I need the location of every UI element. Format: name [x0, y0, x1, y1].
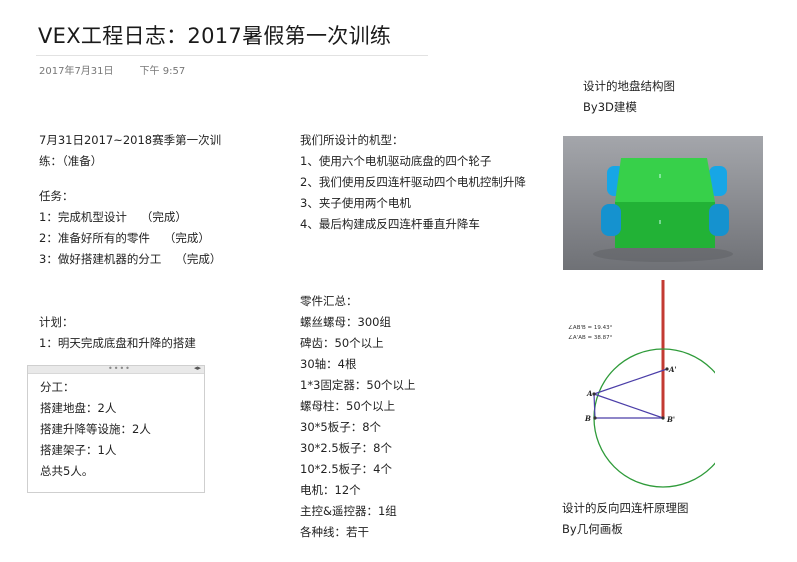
division-line: 搭建架子：1人: [40, 443, 117, 457]
chassis-caption: 设计的地盘结构图 By3D建模: [583, 76, 675, 118]
parts-item: 主控&遥控器：1组: [300, 504, 397, 518]
parts-item: 10*2.5板子：4个: [300, 462, 392, 476]
heading-line-2: 练：（准备）: [39, 154, 103, 168]
title-divider: [36, 55, 428, 56]
parts-title: 零件汇总：: [300, 294, 358, 308]
heading-line-1: 7月31日2017~2018赛季第一次训: [39, 133, 222, 147]
design-title: 我们所设计的机型：: [300, 133, 404, 147]
division-content: 分工： 搭建地盘：2人 搭建升降等设施：2人 搭建架子：1人 总共5人。: [40, 377, 151, 482]
task-text: 2：准备好所有的零件: [39, 231, 150, 245]
link-A-B-prime: [593, 393, 664, 419]
tasks-title: 任务：: [39, 189, 74, 203]
division-line: 搭建地盘：2人: [40, 401, 117, 415]
point-label-b-prime: B': [666, 415, 675, 424]
plan-title: 计划：: [39, 315, 74, 329]
design-item: 1、使用六个电机驱动底盘的四个轮子: [300, 154, 492, 168]
parts-item: 30*2.5板子：8个: [300, 441, 392, 455]
task-status: （完成）: [175, 252, 222, 266]
parts-item: 碑齿：50个以上: [300, 336, 384, 350]
angle-label-1: ∠AB'B = 19.43°: [568, 324, 613, 331]
design-item: 4、最后构建成反四连杆垂直升降车: [300, 217, 480, 231]
chassis-3d-model-image: [563, 136, 763, 270]
task-status: （完成）: [163, 231, 210, 245]
point-label-b: B: [584, 414, 591, 423]
task-item: 3：做好搭建机器的分工 （完成）: [39, 249, 221, 270]
task-item: 2：准备好所有的零件 （完成）: [39, 228, 221, 249]
parts-section: 零件汇总： 螺丝螺母：300组 碑齿：50个以上 30轴：4根 1*3固定器：5…: [300, 291, 416, 543]
resize-arrows-icon[interactable]: ◂▸: [194, 364, 201, 372]
angle-label-2: ∠A'AB = 38.87°: [568, 334, 613, 341]
point-label-a: A: [586, 389, 593, 398]
linkage-caption-line-2: By几何画板: [562, 522, 623, 536]
design-item: 2、我们使用反四连杆驱动四个电机控制升降: [300, 175, 526, 189]
parts-item: 30*5板子：8个: [300, 420, 382, 434]
note-box-handle[interactable]: •••• ◂▸: [28, 364, 204, 374]
task-item: 1：完成机型设计 （完成）: [39, 207, 221, 228]
linkage-caption-line-1: 设计的反向四连杆原理图: [562, 501, 689, 515]
left-heading: 7月31日2017~2018赛季第一次训 练：（准备）: [39, 130, 221, 172]
plan-item: 1：明天完成底盘和升降的搭建: [39, 336, 196, 350]
division-note-box[interactable]: •••• ◂▸ 分工： 搭建地盘：2人 搭建升降等设施：2人 搭建架子：1人 总…: [27, 364, 205, 493]
linkage-caption: 设计的反向四连杆原理图 By几何画板: [562, 498, 689, 540]
drag-handle-icon[interactable]: ••••: [108, 364, 131, 373]
plan-section: 计划： 1：明天完成底盘和升降的搭建: [39, 312, 196, 354]
task-text: 3：做好搭建机器的分工: [39, 252, 162, 266]
page-title: VEX工程日志：2017暑假第一次训练: [38, 24, 392, 48]
design-item: 3、夹子使用两个电机: [300, 196, 411, 210]
chassis-caption-line-1: 设计的地盘结构图: [583, 79, 675, 93]
task-status: （完成）: [140, 210, 187, 224]
division-title: 分工：: [40, 380, 75, 394]
division-line: 总共5人。: [40, 464, 94, 478]
parts-item: 各种线：若干: [300, 525, 369, 539]
parts-item: 螺母柱：50个以上: [300, 399, 396, 413]
tasks-section: 任务： 1：完成机型设计 （完成） 2：准备好所有的零件 （完成） 3：做好搭建机器…: [39, 186, 221, 270]
parts-item: 30轴：4根: [300, 357, 357, 371]
design-section: 我们所设计的机型： 1、使用六个电机驱动底盘的四个轮子 2、我们使用反四连杆驱动…: [300, 130, 526, 235]
point-label-a-prime: A': [668, 365, 677, 374]
page-date: 2017年7月31日: [39, 66, 114, 77]
parts-item: 电机：12个: [300, 483, 361, 497]
parts-item: 1*3固定器：50个以上: [300, 378, 416, 392]
task-text: 1：完成机型设计: [39, 210, 127, 224]
division-line: 搭建升降等设施：2人: [40, 422, 151, 436]
page-time: 下午 9:57: [139, 66, 186, 77]
parts-item: 螺丝螺母：300组: [300, 315, 391, 329]
chassis-caption-line-2: By3D建模: [583, 100, 637, 114]
page-meta: 2017年7月31日 下午 9:57: [39, 62, 185, 77]
linkage-diagram: ∠AB'B = 19.43° ∠A'AB = 38.87° A A' B B': [568, 280, 715, 488]
